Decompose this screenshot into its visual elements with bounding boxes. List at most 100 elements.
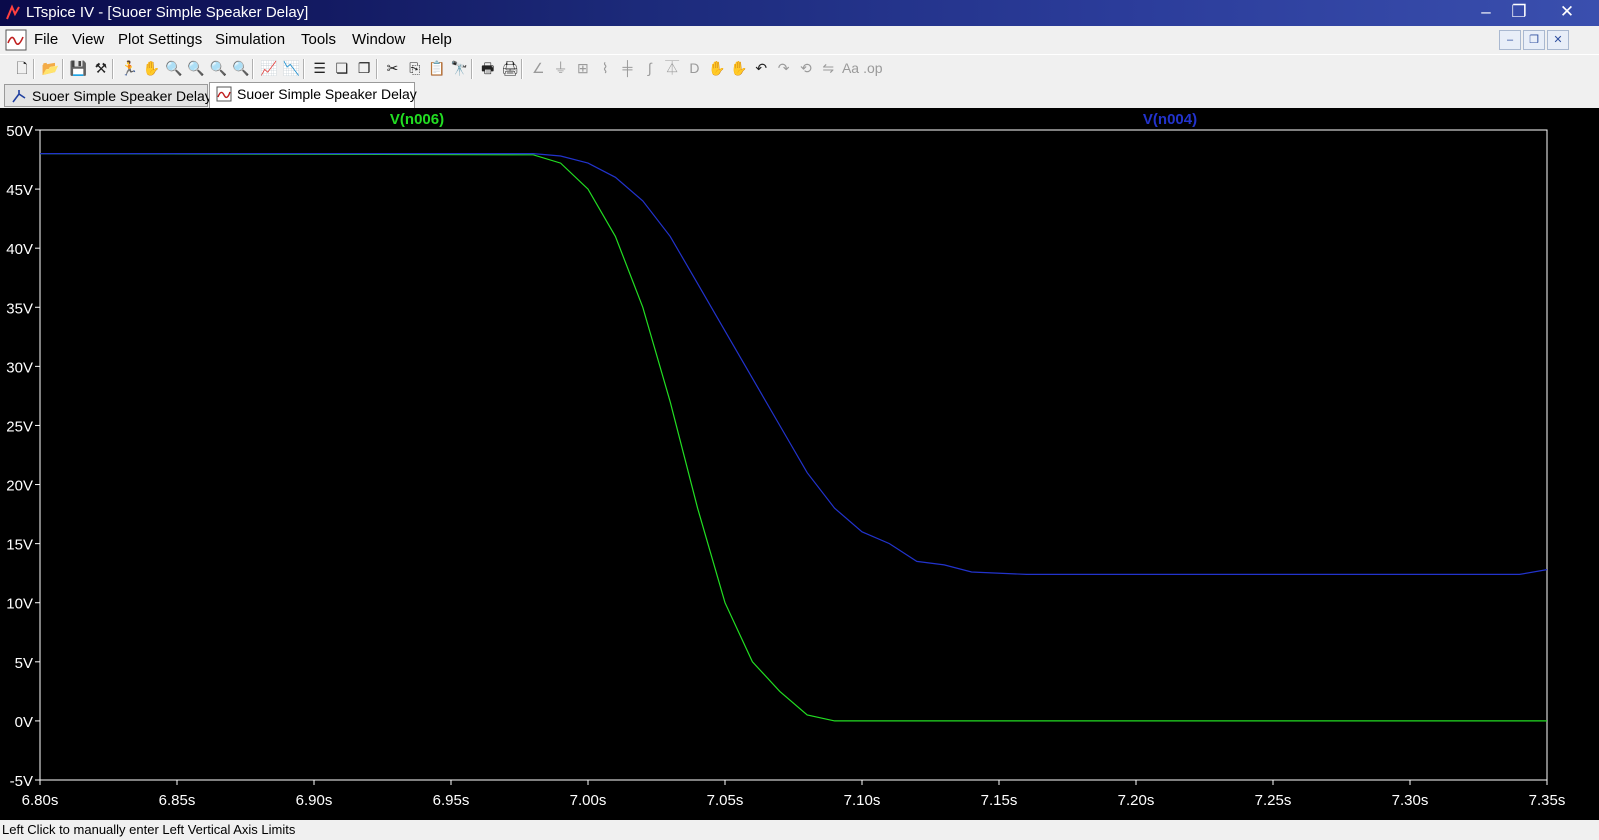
redo-icon[interactable]: ↷	[774, 58, 794, 78]
diode-icon[interactable]: ⏄	[662, 58, 682, 78]
toolbar-separator	[252, 59, 254, 79]
waveform-doc-icon[interactable]	[5, 29, 27, 51]
x-tick-label: 7.20s	[1118, 792, 1155, 809]
menu-file[interactable]: File	[34, 31, 58, 48]
menu-bar: File View Plot Settings Simulation Tools…	[0, 26, 1599, 54]
x-tick-label: 6.95s	[433, 792, 470, 809]
mirror-icon[interactable]: ⇋	[818, 58, 838, 78]
component-icon[interactable]: D	[684, 58, 704, 78]
window-maximize-button[interactable]: ❐	[1503, 0, 1535, 24]
menu-view[interactable]: View	[72, 31, 104, 48]
toolbar-separator	[33, 59, 36, 79]
window-close-button[interactable]: ✕	[1552, 0, 1582, 24]
series-line-vn006	[39, 153, 1547, 722]
cut-icon[interactable]: ✂	[383, 58, 403, 78]
pan-icon[interactable]: ✋	[142, 58, 162, 78]
status-bar: Left Click to manually enter Left Vertic…	[0, 820, 1599, 840]
mdi-minimize-button[interactable]: –	[1499, 30, 1521, 50]
menu-tools[interactable]: Tools	[301, 31, 336, 48]
copy-icon[interactable]: ⎘	[405, 58, 425, 78]
y-tick-label: -5V	[10, 773, 33, 790]
waveform-plot[interactable]: 50V 45V 40V 35V 30V 25V 20V 15V 10V 5V 0V -5V 6.80s 6…	[0, 108, 1599, 820]
zoom-cancel-icon[interactable]: 🔍	[231, 58, 251, 78]
autorange-icon[interactable]: 📈	[259, 58, 279, 78]
zoom-area-icon[interactable]: 🔍	[186, 58, 206, 78]
cascade-icon[interactable]: ❏	[332, 58, 352, 78]
tile-vertical-icon[interactable]: ❐	[354, 58, 374, 78]
zoom-in-icon[interactable]: 🔍	[164, 58, 184, 78]
control-panel-icon[interactable]: ⚒	[91, 58, 111, 78]
y-tick-label: 25V	[6, 418, 33, 435]
menu-plot-settings[interactable]: Plot Settings	[118, 31, 202, 48]
save-icon[interactable]: 💾	[69, 58, 89, 78]
y-tick-label: 45V	[6, 182, 33, 199]
y-tick-label: 40V	[6, 241, 33, 258]
tab-schematic[interactable]: Suoer Simple Speaker Delay	[4, 84, 212, 107]
window-title: LTspice IV - [Suoer Simple Speaker Delay…	[26, 4, 309, 21]
x-tick-label: 6.85s	[159, 792, 196, 809]
open-icon[interactable]: 📂	[40, 58, 60, 78]
label-net-icon[interactable]: ⊞	[573, 58, 593, 78]
y-tick-label: 5V	[15, 655, 33, 672]
plot-frame	[39, 129, 1548, 781]
x-tick-label: 6.80s	[22, 792, 59, 809]
x-tick-label: 7.15s	[981, 792, 1018, 809]
schematic-icon	[12, 90, 26, 103]
x-tick-label: 7.35s	[1529, 792, 1566, 809]
paste-icon[interactable]: 📋	[427, 58, 447, 78]
add-trace-icon[interactable]: 📉	[281, 58, 301, 78]
waveform-icon	[216, 86, 232, 102]
toolbar-separator	[375, 59, 378, 79]
move-icon[interactable]: ✋	[707, 58, 727, 78]
toolbar-separator	[521, 59, 524, 79]
toolbar-separator	[302, 59, 305, 79]
find-icon[interactable]: 🔭	[449, 58, 469, 78]
undo-icon[interactable]: ↶	[751, 58, 771, 78]
series-line-vn004	[40, 152, 1548, 575]
tile-horizontal-icon[interactable]: ☰	[310, 58, 330, 78]
legend-label[interactable]: V(n006)	[390, 111, 444, 128]
toolbar-separator	[112, 59, 115, 79]
waveform-plot-pane[interactable]: 50V 45V 40V 35V 30V 25V 20V 15V 10V 5V 0V -5V 6.80s 6…	[0, 108, 1599, 820]
x-tick-label: 6.90s	[296, 792, 333, 809]
y-tick-label: 35V	[6, 300, 33, 317]
toolbar: 🗋 📂 💾 ⚒ 🏃 ✋ 🔍 🔍 🔍 🔍 📈 📉 ☰ ❏ ❐ ✂ ⎘ 📋 🔭 🖶 🖨 ∠ ⏚ ⊞ ⌇ ╪ ∫ ⏄ D ✋ ✋ ↶ ↷ ⟲ ⇋ Aa .op	[0, 54, 1599, 84]
toolbar-separator	[470, 59, 473, 79]
rotate-icon[interactable]: ⟲	[796, 58, 816, 78]
run-icon[interactable]: 🏃	[119, 58, 139, 78]
mdi-close-button[interactable]: ✕	[1547, 30, 1569, 50]
ltspice-logo-icon	[6, 4, 20, 20]
text-icon[interactable]: Aa	[841, 58, 861, 78]
mdi-restore-button[interactable]: ❐	[1523, 30, 1545, 50]
window-minimize-button[interactable]: –	[1470, 0, 1502, 24]
inductor-icon[interactable]: ∫	[640, 58, 660, 78]
tab-label: Suoer Simple Speaker Delay	[32, 88, 212, 104]
print-icon[interactable]: 🖨	[500, 58, 520, 78]
menu-window[interactable]: Window	[352, 31, 405, 48]
spice-directive-icon[interactable]: .op	[863, 58, 883, 78]
tab-waveform[interactable]: Suoer Simple Speaker Delay	[209, 82, 417, 108]
new-schematic-icon[interactable]: 🗋	[12, 58, 32, 78]
y-tick-label: 20V	[6, 478, 33, 495]
menu-simulation[interactable]: Simulation	[215, 31, 285, 48]
tab-bar: Suoer Simple Speaker Delay Suoer Simple …	[0, 82, 1599, 108]
toolbar-separator	[61, 59, 64, 79]
wire-icon[interactable]: ∠	[528, 58, 548, 78]
y-tick-label: 15V	[6, 537, 33, 554]
ground-icon[interactable]: ⏚	[551, 58, 571, 78]
print-preview-icon[interactable]: 🖶	[478, 58, 498, 78]
resistor-icon[interactable]: ⌇	[595, 58, 615, 78]
drag-icon[interactable]: ✋	[729, 58, 749, 78]
x-tick-label: 7.00s	[570, 792, 607, 809]
capacitor-icon[interactable]: ╪	[618, 58, 638, 78]
y-tick-label: 50V	[6, 123, 33, 140]
legend-label[interactable]: V(n004)	[1143, 111, 1197, 128]
y-tick-label: 30V	[6, 359, 33, 376]
menu-help[interactable]: Help	[421, 31, 452, 48]
zoom-out-icon[interactable]: 🔍	[208, 58, 228, 78]
x-tick-label: 7.25s	[1255, 792, 1292, 809]
x-tick-label: 7.10s	[844, 792, 881, 809]
y-tick-label: 10V	[6, 596, 33, 613]
x-tick-label: 7.30s	[1392, 792, 1429, 809]
y-tick-label: 0V	[15, 714, 33, 731]
